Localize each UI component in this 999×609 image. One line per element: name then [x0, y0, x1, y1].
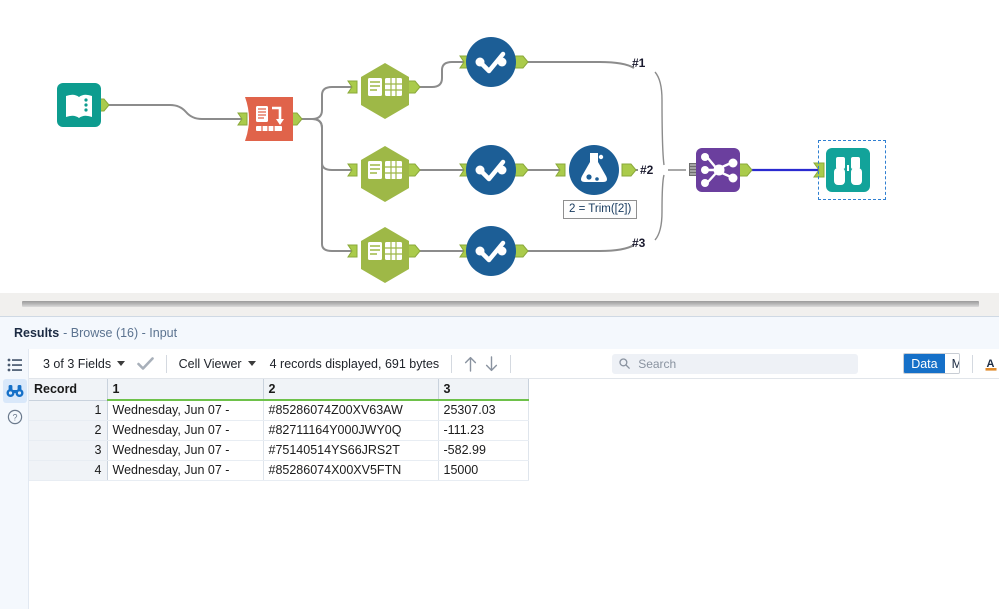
select-node-2-icon [361, 146, 409, 202]
list-icon-glyph [7, 358, 23, 372]
fields-selector[interactable]: 3 of 3 Fields [43, 357, 125, 371]
chevron-down-icon-2[interactable] [248, 361, 256, 366]
results-subtitle: - Browse (16) - Input [63, 326, 177, 340]
table-cell-1[interactable]: Wednesday, Jun 07 - [107, 460, 263, 480]
search-input[interactable] [636, 356, 851, 372]
data-cleansing-node-3-icon [466, 226, 516, 276]
formula-annotation[interactable]: 2 = Trim([2]) [563, 200, 637, 219]
connection-label-2: #2 [640, 163, 653, 177]
font-color-icon-glyph: A [985, 356, 999, 371]
transform-node-icon [245, 97, 293, 141]
toolbar-divider-4 [972, 355, 973, 373]
chevron-down-icon[interactable] [117, 361, 125, 366]
table-cell-2[interactable]: #85286074Z00XV63AW [263, 400, 438, 420]
application-window: #1 #2 #3 2 = Trim([2]) Results - Browse … [0, 0, 999, 609]
list-view-icon[interactable] [3, 353, 27, 377]
toolbar-divider-2 [451, 355, 452, 373]
arrow-up-icon [464, 356, 477, 372]
table-cell-2[interactable]: #75140514YS66JRS2T [263, 440, 438, 460]
apply-check-button[interactable] [137, 357, 154, 371]
table-cell-3[interactable]: -582.99 [438, 440, 528, 460]
cell-viewer-label: Cell Viewer [179, 357, 242, 371]
toolbar-divider-3 [510, 355, 511, 373]
table-cell-1[interactable]: Wednesday, Jun 07 - [107, 420, 263, 440]
table-row[interactable]: 2Wednesday, Jun 07 -#82711164Y000JWY0Q-1… [29, 420, 528, 440]
select-node-3-icon [361, 227, 409, 283]
toolbar-divider-1 [166, 355, 167, 373]
fields-label: 3 of 3 Fields [43, 357, 111, 371]
results-data-grid[interactable]: Record 1 2 3 1Wednesday, Jun 07 -#852860… [29, 379, 999, 609]
table-cell-2[interactable]: #82711164Y000JWY0Q [263, 420, 438, 440]
table-row[interactable]: 3Wednesday, Jun 07 -#75140514YS66JRS2T-5… [29, 440, 528, 460]
results-title: Results [14, 326, 59, 340]
table-header-row: Record 1 2 3 [29, 379, 528, 400]
table-cell-1[interactable]: Wednesday, Jun 07 - [107, 440, 263, 460]
binoculars-icon [6, 384, 24, 398]
view-mode-data[interactable]: Data [904, 354, 944, 373]
scroll-up-button[interactable] [464, 353, 477, 375]
results-panel: Results - Browse (16) - Input [0, 316, 999, 609]
table-cell-1[interactable]: Wednesday, Jun 07 - [107, 400, 263, 420]
splitter-handle[interactable] [22, 301, 979, 307]
column-header-2[interactable]: 2 [263, 379, 438, 400]
row-index-cell[interactable]: 1 [29, 400, 107, 420]
scroll-down-button[interactable] [485, 353, 498, 375]
view-mode-toggle[interactable]: Data Metadata [903, 353, 960, 374]
table-cell-3[interactable]: -111.23 [438, 420, 528, 440]
view-mode-metadata[interactable]: Metadata [945, 354, 961, 373]
workflow-canvas[interactable]: #1 #2 #3 2 = Trim([2]) [0, 0, 999, 292]
formula-node-icon [569, 145, 619, 195]
checkmark-icon [137, 357, 154, 371]
connection-label-3: #3 [632, 236, 645, 250]
union-node-icon [696, 148, 740, 192]
row-index-cell[interactable]: 3 [29, 440, 107, 460]
results-panel-header: Results - Browse (16) - Input [0, 317, 999, 349]
data-cleansing-node-2-icon [466, 145, 516, 195]
table-cell-3[interactable]: 15000 [438, 460, 528, 480]
arrow-down-icon [485, 356, 498, 372]
table-row[interactable]: 1Wednesday, Jun 07 -#85286074Z00XV63AW25… [29, 400, 528, 420]
row-index-cell[interactable]: 2 [29, 420, 107, 440]
results-left-rail: ? [0, 349, 29, 609]
help-icon[interactable]: ? [3, 405, 27, 429]
column-header-record[interactable]: Record [29, 379, 107, 400]
question-icon: ? [7, 409, 23, 425]
panel-splitter[interactable] [0, 292, 999, 316]
browse-node-selection-box[interactable] [818, 140, 886, 200]
select-node-1-icon [361, 63, 409, 119]
input-data-node-icon [57, 83, 101, 127]
column-header-3[interactable]: 3 [438, 379, 528, 400]
connection-label-1: #1 [632, 56, 645, 70]
results-toolbar: 3 of 3 Fields Cell Viewer 4 records disp… [29, 349, 999, 379]
font-color-icon[interactable]: A [985, 356, 999, 371]
row-index-cell[interactable]: 4 [29, 460, 107, 480]
table-cell-2[interactable]: #85286074X00XV5FTN [263, 460, 438, 480]
svg-text:?: ? [12, 412, 17, 422]
records-status-label: 4 records displayed, 691 bytes [270, 357, 440, 371]
column-header-1[interactable]: 1 [107, 379, 263, 400]
browse-icon[interactable] [3, 379, 27, 403]
table-row[interactable]: 4Wednesday, Jun 07 -#85286074X00XV5FTN15… [29, 460, 528, 480]
table-cell-3[interactable]: 25307.03 [438, 400, 528, 420]
data-cleansing-node-1-icon [466, 37, 516, 87]
cell-viewer-selector[interactable]: Cell Viewer [179, 357, 256, 371]
results-table: Record 1 2 3 1Wednesday, Jun 07 -#852860… [29, 379, 529, 481]
search-icon [619, 358, 630, 369]
search-box[interactable] [612, 354, 858, 374]
